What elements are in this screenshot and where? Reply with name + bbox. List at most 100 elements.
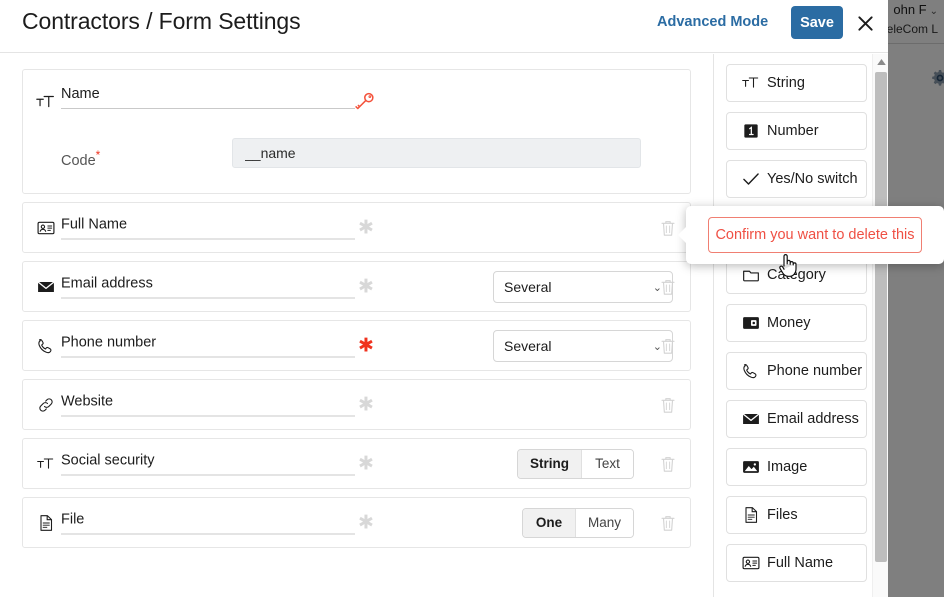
field-card: Phone number ✱ Several ⌄: [22, 320, 691, 371]
field-card: Social security ✱ String Text: [22, 438, 691, 489]
palette-item-label: Money: [767, 315, 811, 331]
palette-item-list: StringNumberYes/No switchDateCategoryMon…: [726, 64, 867, 582]
palette-item-label: Image: [767, 459, 808, 475]
field-label-input[interactable]: Website: [61, 393, 355, 416]
required-toggle[interactable]: ✱: [358, 336, 374, 355]
code-label: Code*: [61, 148, 101, 169]
required-toggle[interactable]: ✱: [358, 454, 374, 473]
form-settings-modal: Contractors / Form Settings Advanced Mod…: [0, 0, 888, 597]
trash-icon[interactable]: [658, 276, 678, 298]
trash-icon[interactable]: [658, 217, 678, 239]
field-label-value[interactable]: Social security: [61, 452, 355, 475]
field-label-value[interactable]: File: [61, 511, 355, 534]
palette-item-files[interactable]: Files: [726, 496, 867, 534]
required-toggle[interactable]: ✱: [358, 218, 374, 237]
field-label-value[interactable]: Full Name: [61, 216, 355, 239]
primary-name-field[interactable]: Name: [61, 86, 355, 109]
form-fields-column: Name Code* Full Name✱Email address✱Sever…: [0, 54, 713, 597]
modal-body: Name Code* Full Name✱Email address✱Sever…: [0, 54, 888, 597]
folder-icon: [740, 265, 762, 285]
field-card-list: Full Name ✱ Email address ✱ Several ⌄ Phone nu…: [22, 202, 691, 548]
palette-item-label: String: [767, 75, 805, 91]
segmented-control: One Many: [521, 507, 634, 538]
full-name-icon: [34, 216, 58, 240]
string-type-icon: [740, 73, 762, 93]
required-toggle[interactable]: ✱: [358, 513, 374, 532]
palette-scrollbar[interactable]: [872, 54, 888, 597]
field-label-input[interactable]: Full Name: [61, 216, 355, 239]
primary-field-card: Name Code*: [22, 69, 691, 194]
email-icon: [34, 275, 58, 299]
palette-item-string[interactable]: String: [726, 64, 867, 102]
field-label-input[interactable]: Phone number: [61, 334, 355, 357]
trash-icon[interactable]: [658, 335, 678, 357]
key-icon[interactable]: [353, 90, 377, 114]
check-icon: [740, 169, 762, 189]
scroll-up-arrow-icon[interactable]: [873, 54, 888, 70]
modal-header: Contractors / Form Settings Advanced Mod…: [0, 0, 888, 53]
phone-icon: [740, 361, 762, 381]
palette-item-yes-no-switch[interactable]: Yes/No switch: [726, 160, 867, 198]
cardinality-select[interactable]: Several ⌄: [493, 270, 673, 303]
link-icon: [34, 393, 58, 417]
page-title: Contractors / Form Settings: [22, 8, 301, 34]
string-type-icon: [34, 90, 58, 114]
palette-item-label: Number: [767, 123, 819, 139]
trash-icon[interactable]: [658, 394, 678, 416]
delete-confirm-popover: Confirm you want to delete this: [678, 206, 944, 264]
code-input[interactable]: [232, 138, 641, 168]
image-icon: [740, 457, 762, 477]
segment-option[interactable]: One: [522, 508, 575, 537]
full-name-icon: [740, 553, 762, 573]
field-card: Full Name ✱: [22, 202, 691, 253]
field-label-value[interactable]: Website: [61, 393, 355, 416]
trash-icon[interactable]: [658, 453, 678, 475]
palette-item-number[interactable]: Number: [726, 112, 867, 150]
number-icon: [740, 121, 762, 141]
cardinality-select-value: Several: [504, 278, 552, 295]
field-card: File ✱ One Many: [22, 497, 691, 548]
field-label-value[interactable]: Phone number: [61, 334, 355, 357]
field-type-palette: StringNumberYes/No switchDateCategoryMon…: [713, 54, 888, 597]
money-icon: [740, 313, 762, 333]
required-marker: *: [95, 148, 101, 162]
palette-item-phone-number[interactable]: Phone number: [726, 352, 867, 390]
scrollbar-thumb[interactable]: [875, 72, 887, 562]
palette-item-money[interactable]: Money: [726, 304, 867, 342]
field-label-input[interactable]: File: [61, 511, 355, 534]
palette-item-label: Category: [767, 267, 826, 283]
palette-item-label: Files: [767, 507, 798, 523]
palette-item-image[interactable]: Image: [726, 448, 867, 486]
palette-item-label: Email address: [767, 411, 859, 427]
trash-icon[interactable]: [658, 512, 678, 534]
string-type-icon: [34, 452, 58, 476]
required-toggle[interactable]: ✱: [358, 277, 374, 296]
field-card: Email address ✱ Several ⌄: [22, 261, 691, 312]
field-card: Website ✱: [22, 379, 691, 430]
close-icon[interactable]: [852, 10, 878, 36]
palette-scroll-area: StringNumberYes/No switchDateCategoryMon…: [714, 54, 888, 597]
field-label-value[interactable]: Email address: [61, 275, 355, 298]
field-label-input[interactable]: Email address: [61, 275, 355, 298]
advanced-mode-link[interactable]: Advanced Mode: [657, 14, 768, 30]
confirm-delete-button[interactable]: Confirm you want to delete this: [708, 217, 922, 253]
save-button[interactable]: Save: [791, 6, 843, 39]
palette-item-label: Full Name: [767, 555, 834, 571]
phone-icon: [34, 334, 58, 358]
segment-option[interactable]: Many: [574, 508, 633, 537]
cardinality-select[interactable]: Several ⌄: [493, 329, 673, 362]
primary-name-value[interactable]: Name: [61, 86, 355, 109]
cardinality-select-value: Several: [504, 337, 552, 354]
palette-item-email-address[interactable]: Email address: [726, 400, 867, 438]
field-label-input[interactable]: Social security: [61, 452, 355, 475]
palette-item-label: Yes/No switch: [767, 171, 858, 187]
segment-option[interactable]: Text: [581, 449, 633, 478]
palette-item-full-name[interactable]: Full Name: [726, 544, 867, 582]
file-icon: [34, 511, 58, 535]
segmented-control: String Text: [517, 448, 634, 479]
segment-option[interactable]: String: [518, 449, 581, 478]
file-icon: [740, 505, 762, 525]
required-toggle[interactable]: ✱: [358, 395, 374, 414]
palette-item-label: Phone number: [767, 363, 863, 379]
email-icon: [740, 409, 762, 429]
